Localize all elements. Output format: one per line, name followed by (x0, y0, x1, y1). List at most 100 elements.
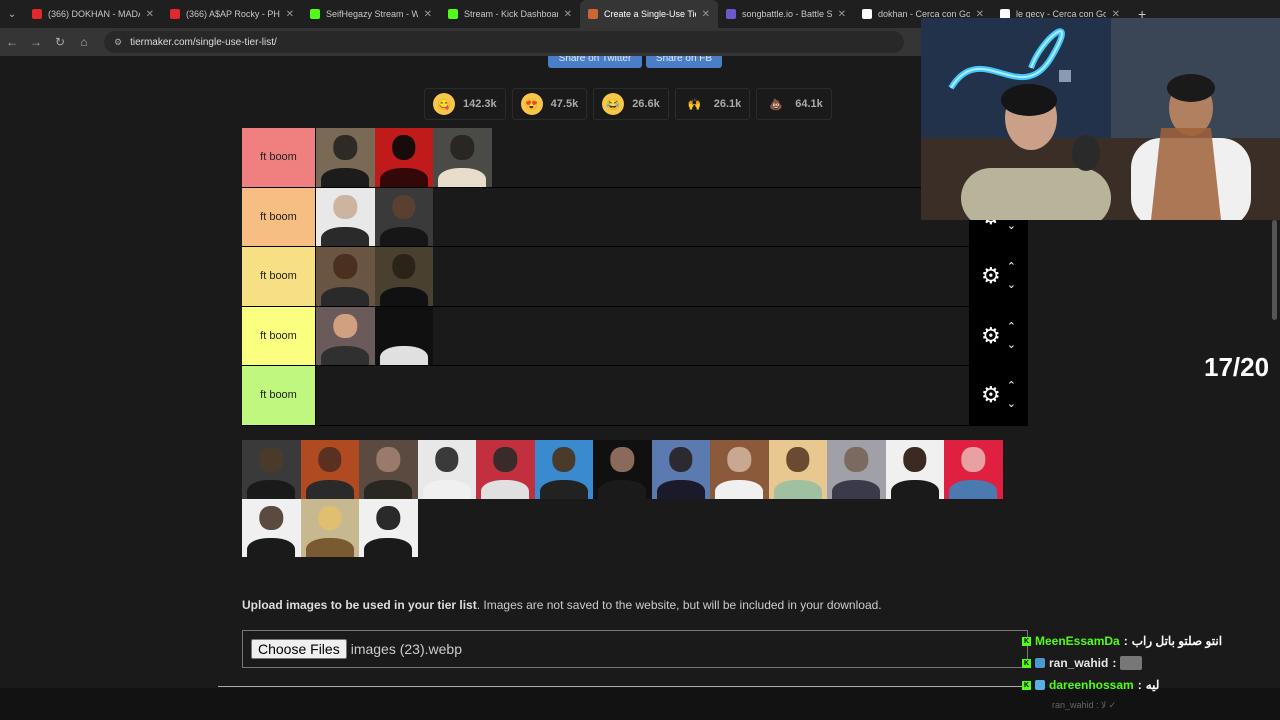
artist-image-body (379, 227, 428, 246)
share-fb-button[interactable]: Share on FB (646, 56, 722, 68)
artist-image-face (333, 194, 357, 220)
reload-icon[interactable]: ↻ (48, 35, 72, 49)
artist-image[interactable] (885, 440, 944, 499)
settings-gear-icon[interactable]: ⚙ (981, 323, 1001, 349)
artist-image-body (539, 479, 588, 499)
tier-label[interactable]: ft boom (242, 247, 316, 306)
favicon-icon (588, 9, 598, 19)
artist-image[interactable] (300, 498, 359, 557)
tab-search-chevron-icon[interactable]: ⌄ (0, 0, 24, 28)
artist-image[interactable] (374, 247, 433, 306)
artist-image[interactable] (316, 187, 375, 246)
close-tab-icon[interactable]: ✕ (146, 9, 154, 20)
tier-items (316, 366, 969, 425)
artist-image[interactable] (359, 440, 418, 499)
tier-items (316, 247, 969, 306)
artist-image[interactable] (944, 440, 1003, 499)
reaction-bar: 😋 142.3k 😍 47.5k 😂 26.6k 🙌 26.1k 💩 64.1k (424, 88, 832, 120)
close-tab-icon[interactable]: ✕ (702, 9, 710, 20)
artist-image[interactable] (242, 498, 301, 557)
chat-username[interactable]: MeenEssamDa (1035, 634, 1120, 648)
artist-image-face (392, 254, 416, 279)
reaction-button[interactable]: 💩 64.1k (756, 88, 832, 120)
artist-image-body (598, 479, 647, 499)
artist-image[interactable] (593, 440, 652, 499)
artist-image[interactable] (316, 128, 375, 187)
chevron-up-icon[interactable]: ⌃ (1007, 377, 1016, 395)
artist-image[interactable] (316, 306, 375, 365)
back-arrow-icon[interactable]: ← (0, 35, 24, 49)
artist-image[interactable] (374, 128, 433, 187)
tier-items (316, 187, 969, 246)
forward-arrow-icon[interactable]: → (24, 35, 48, 49)
artist-image[interactable] (827, 440, 886, 499)
chevron-up-icon[interactable]: ⌃ (1007, 258, 1016, 276)
chat-username[interactable]: dareenhossam (1049, 678, 1134, 692)
artist-image[interactable] (242, 440, 301, 499)
url-field[interactable]: ⚙ tiermaker.com/single-use-tier-list/ (104, 31, 904, 53)
favicon-icon (170, 9, 180, 19)
browser-tab[interactable]: (366) DOKHAN - MADAM ✕ (24, 0, 162, 28)
tier-label[interactable]: ft boom (242, 128, 316, 187)
artist-image[interactable] (534, 440, 593, 499)
chevron-up-icon[interactable]: ⌃ (1007, 318, 1016, 336)
artist-image[interactable] (768, 440, 827, 499)
browser-tab[interactable]: songbattle.io - Battle Son ✕ (718, 0, 854, 28)
tier-move-arrows: ⌃⌄ (1007, 258, 1016, 294)
close-tab-icon[interactable]: ✕ (564, 9, 572, 20)
chat-username[interactable]: ran_wahid (1049, 656, 1108, 670)
artist-image-face (786, 447, 810, 472)
close-tab-icon[interactable]: ✕ (424, 9, 432, 20)
artist-image-face (669, 447, 693, 472)
upload-instructions-bold: Upload images to be used in your tier li… (242, 598, 477, 612)
browser-tab[interactable]: Create a Single-Use Tier L ✕ (580, 0, 718, 28)
artist-image-face (392, 194, 416, 220)
artist-image[interactable] (359, 498, 418, 557)
artist-image[interactable] (374, 306, 433, 365)
artist-image-body (379, 346, 428, 365)
tier-label[interactable]: ft boom (242, 366, 316, 425)
artist-image[interactable] (374, 187, 433, 246)
artist-image[interactable] (316, 247, 375, 306)
close-tab-icon[interactable]: ✕ (838, 9, 846, 20)
artist-image-face (435, 447, 459, 472)
scrollbar-thumb[interactable] (1272, 220, 1277, 320)
artist-image-face (450, 135, 474, 160)
chat-separator: : (1112, 656, 1117, 670)
reaction-button[interactable]: 😂 26.6k (593, 88, 669, 120)
settings-gear-icon[interactable]: ⚙ (981, 263, 1001, 289)
chevron-down-icon[interactable]: ⌄ (1007, 395, 1016, 413)
settings-gear-icon[interactable]: ⚙ (981, 382, 1001, 408)
choose-files-button[interactable]: Choose Files (251, 639, 347, 659)
artist-image[interactable] (300, 440, 359, 499)
browser-tab[interactable]: Stream - Kick Dashboard ✕ (440, 0, 580, 28)
site-info-icon[interactable]: ⚙ (114, 37, 122, 48)
chat-separator: : (1123, 634, 1128, 648)
reaction-button[interactable]: 😋 142.3k (424, 88, 506, 120)
artist-image[interactable] (433, 128, 492, 187)
reaction-emoji-icon: 😂 (602, 93, 625, 115)
browser-tab[interactable]: (366) A$AP Rocky - PHAR ✕ (162, 0, 302, 28)
close-tab-icon[interactable]: ✕ (286, 9, 294, 20)
artist-image[interactable] (417, 440, 476, 499)
chevron-down-icon[interactable]: ⌄ (1007, 276, 1016, 294)
selected-filename: images (23).webp (350, 641, 462, 657)
artist-image-body (715, 479, 764, 499)
browser-tab[interactable]: SeifHegazy Stream - Watc ✕ (302, 0, 440, 28)
user-badge-icon (1035, 658, 1045, 668)
tier-items (316, 128, 969, 187)
artist-image[interactable] (710, 440, 769, 499)
home-icon[interactable]: ⌂ (72, 35, 96, 49)
tier-items (316, 306, 969, 365)
artist-image-body (305, 538, 354, 557)
tier-label[interactable]: ft boom (242, 306, 316, 365)
chevron-down-icon[interactable]: ⌄ (1007, 336, 1016, 354)
share-twitter-button[interactable]: Share on Twitter (548, 56, 642, 68)
artist-image[interactable] (476, 440, 535, 499)
chat-separator: : (1137, 678, 1142, 692)
tier-label[interactable]: ft boom (242, 187, 316, 246)
reaction-button[interactable]: 🙌 26.1k (674, 88, 751, 120)
tier-row: ft boom⚙⌃⌄ (242, 128, 1028, 188)
artist-image[interactable] (651, 440, 710, 499)
reaction-button[interactable]: 😍 47.5k (511, 88, 588, 120)
